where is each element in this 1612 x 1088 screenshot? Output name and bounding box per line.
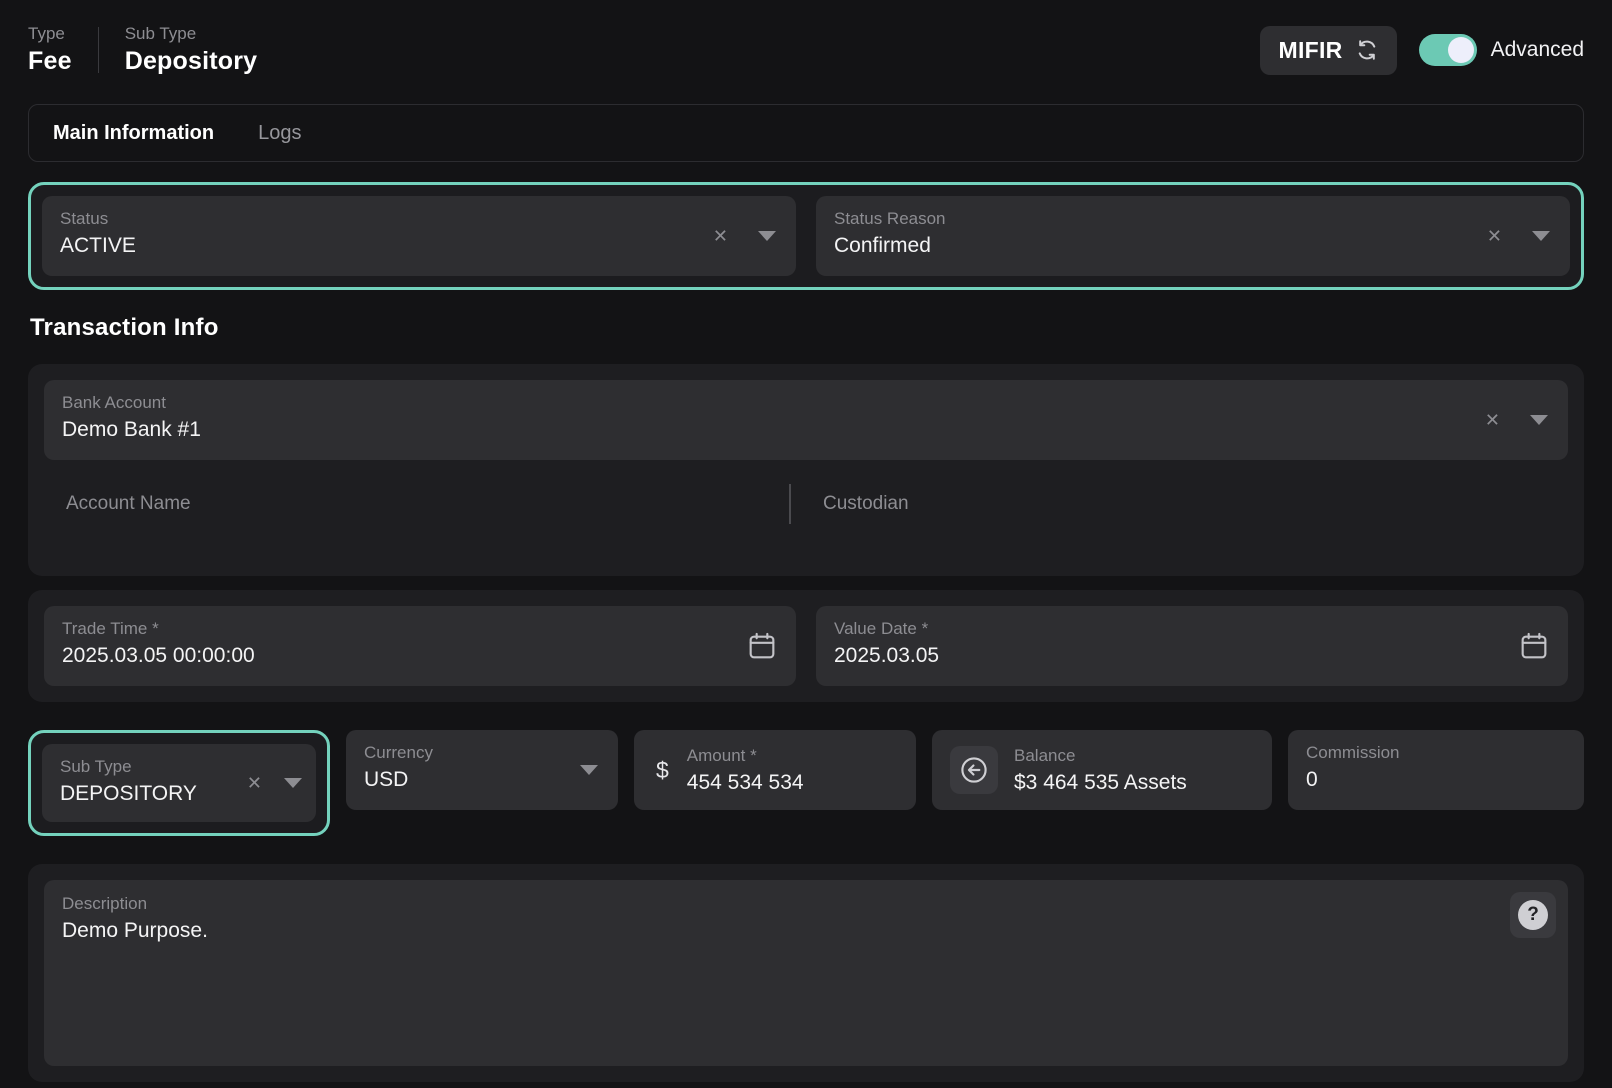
clear-icon[interactable]: ✕ xyxy=(713,227,728,245)
chevron-down-icon[interactable] xyxy=(580,765,598,775)
chevron-down-icon[interactable] xyxy=(1532,231,1550,241)
crumb-divider xyxy=(98,27,99,73)
header-actions: MIFIR Advanced xyxy=(1260,26,1584,75)
header: Type Fee Sub Type Depository MIFIR xyxy=(28,24,1584,76)
value-date-input[interactable]: Value Date * 2025.03.05 xyxy=(816,606,1568,686)
status-reason-select[interactable]: Status Reason Confirmed ✕ xyxy=(816,196,1570,276)
mifir-button[interactable]: MIFIR xyxy=(1260,26,1396,75)
description-textarea[interactable]: Description Demo Purpose. ? xyxy=(44,880,1568,1066)
transaction-info-heading: Transaction Info xyxy=(30,314,1584,342)
status-select-label: Status xyxy=(60,209,778,229)
tab-main-information[interactable]: Main Information xyxy=(53,122,214,145)
subtype-crumb: Sub Type Depository xyxy=(125,24,258,76)
mifir-button-label: MIFIR xyxy=(1278,37,1342,64)
status-row: Status ACTIVE ✕ Status Reason Confirmed … xyxy=(42,196,1570,276)
dates-panel: Trade Time * 2025.03.05 00:00:00 Value D… xyxy=(28,590,1584,702)
clear-icon[interactable]: ✕ xyxy=(1487,227,1502,245)
custodian-label: Custodian xyxy=(823,493,1546,515)
commission-input[interactable]: Commission 0 xyxy=(1288,730,1584,810)
clear-icon[interactable]: ✕ xyxy=(1485,411,1500,429)
calendar-icon[interactable] xyxy=(746,630,778,662)
value-date-value: 2025.03.05 xyxy=(834,644,1550,668)
trade-time-input[interactable]: Trade Time * 2025.03.05 00:00:00 xyxy=(44,606,796,686)
status-reason-value: Confirmed xyxy=(834,234,1552,258)
currency-value: USD xyxy=(364,768,600,792)
bank-account-panel: Bank Account Demo Bank #1 ✕ Account Name… xyxy=(28,364,1584,576)
transaction-form-page: Type Fee Sub Type Depository MIFIR xyxy=(0,0,1612,1088)
tab-logs[interactable]: Logs xyxy=(258,122,301,145)
description-value: Demo Purpose. xyxy=(62,919,1550,943)
calendar-icon[interactable] xyxy=(1518,630,1550,662)
subtype-value: Depository xyxy=(125,47,258,76)
balance-label: Balance xyxy=(1014,746,1187,766)
amount-input[interactable]: $ Amount * 454 534 534 xyxy=(634,730,916,810)
status-select[interactable]: Status ACTIVE ✕ xyxy=(42,196,796,276)
question-mark-icon: ? xyxy=(1518,900,1548,930)
account-name-label: Account Name xyxy=(66,493,789,515)
commission-label: Commission xyxy=(1306,743,1566,763)
chevron-down-icon[interactable] xyxy=(284,778,302,788)
account-name-field[interactable]: Account Name xyxy=(66,493,789,515)
clear-icon[interactable]: ✕ xyxy=(247,774,262,792)
currency-label: Currency xyxy=(364,743,600,763)
custodian-field[interactable]: Custodian xyxy=(791,493,1546,515)
value-date-label: Value Date * xyxy=(834,619,1550,639)
chevron-down-icon[interactable] xyxy=(758,231,776,241)
dollar-icon: $ xyxy=(652,757,669,784)
sub-type-highlight: Sub Type DEPOSITORY ✕ xyxy=(28,730,330,836)
advanced-toggle[interactable] xyxy=(1419,34,1477,66)
description-label: Description xyxy=(62,894,1550,914)
arrow-left-circle-button[interactable] xyxy=(950,746,998,794)
amounts-row: Sub Type DEPOSITORY ✕ Currency USD $ Amo… xyxy=(28,730,1584,836)
sub-type-select[interactable]: Sub Type DEPOSITORY ✕ xyxy=(42,744,316,822)
status-highlight-group: Status ACTIVE ✕ Status Reason Confirmed … xyxy=(28,182,1584,290)
currency-select[interactable]: Currency USD xyxy=(346,730,618,810)
advanced-toggle-wrap: Advanced xyxy=(1419,34,1584,66)
advanced-toggle-knob xyxy=(1448,37,1474,63)
subtype-label: Sub Type xyxy=(125,24,258,44)
trade-time-value: 2025.03.05 00:00:00 xyxy=(62,644,778,668)
bank-account-label: Bank Account xyxy=(62,393,1550,413)
status-select-value: ACTIVE xyxy=(60,234,778,258)
tab-bar: Main Information Logs xyxy=(28,104,1584,162)
balance-field: Balance $3 464 535 Assets xyxy=(932,730,1272,810)
help-button[interactable]: ? xyxy=(1510,892,1556,938)
status-reason-label: Status Reason xyxy=(834,209,1552,229)
breadcrumb: Type Fee Sub Type Depository xyxy=(28,24,257,76)
amount-value: 454 534 534 xyxy=(687,771,804,795)
balance-value: $3 464 535 Assets xyxy=(1014,771,1187,795)
amount-label: Amount * xyxy=(687,746,804,766)
type-label: Type xyxy=(28,24,72,44)
chevron-down-icon[interactable] xyxy=(1530,415,1548,425)
arrow-left-circle-icon xyxy=(958,754,990,786)
type-value: Fee xyxy=(28,47,72,76)
trade-time-label: Trade Time * xyxy=(62,619,778,639)
bank-account-value: Demo Bank #1 xyxy=(62,418,1550,442)
account-details-row: Account Name Custodian xyxy=(44,460,1568,560)
advanced-toggle-label: Advanced xyxy=(1491,38,1584,62)
type-crumb: Type Fee xyxy=(28,24,72,76)
commission-value: 0 xyxy=(1306,768,1566,792)
description-panel: Description Demo Purpose. ? xyxy=(28,864,1584,1082)
bank-account-select[interactable]: Bank Account Demo Bank #1 ✕ xyxy=(44,380,1568,460)
refresh-icon xyxy=(1355,38,1379,62)
